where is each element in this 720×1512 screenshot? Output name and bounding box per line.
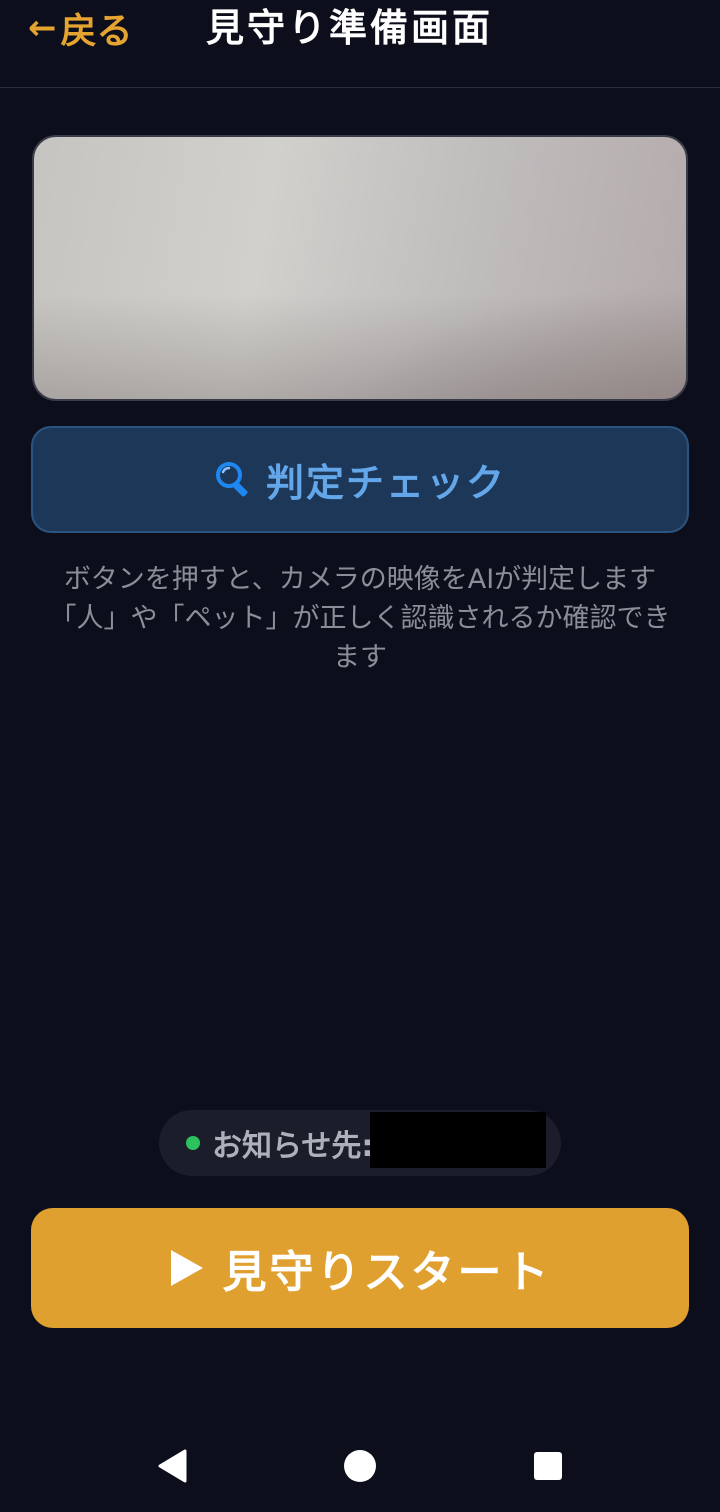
check-button-label: 判定チェック	[265, 461, 506, 505]
back-label: 戻る	[60, 11, 133, 52]
magnifier-icon	[214, 460, 254, 500]
status-dot-icon	[186, 1136, 200, 1150]
page-title: 見守り準備画面	[206, 6, 494, 50]
nav-back-icon[interactable]	[148, 1442, 196, 1490]
notification-label: お知らせ先:	[212, 1129, 374, 1164]
start-watching-button[interactable]: 見守りスタート	[31, 1208, 689, 1328]
header: ← 戻る 見守り準備画面	[0, 0, 720, 88]
notification-value-redacted	[370, 1112, 546, 1168]
back-button[interactable]: ← 戻る	[28, 6, 133, 52]
nav-home-icon[interactable]	[336, 1442, 384, 1490]
instruction-line-1: ボタンを押すと、カメラの映像をAIが判定します	[63, 564, 657, 595]
nav-recent-icon[interactable]	[524, 1442, 572, 1490]
instruction-text: ボタンを押すと、カメラの映像をAIが判定します 「人」や「ペット」が正しく認識さ…	[40, 560, 680, 677]
instruction-line-2: 「人」や「ペット」が正しく認識されるか確認できます	[49, 603, 671, 673]
start-button-label: 見守りスタート	[222, 1247, 552, 1298]
watch-prep-screen: ← 戻る 見守り準備画面 判定チェック ボタンを押すと、カメラの映像をAIが判定…	[0, 0, 720, 1512]
notification-destination[interactable]: お知らせ先:	[159, 1110, 561, 1176]
camera-preview	[32, 135, 688, 401]
check-judgement-button[interactable]: 判定チェック	[31, 426, 689, 533]
android-nav-bar	[0, 1420, 720, 1512]
back-arrow-icon: ←	[28, 8, 57, 48]
play-icon	[169, 1248, 205, 1288]
